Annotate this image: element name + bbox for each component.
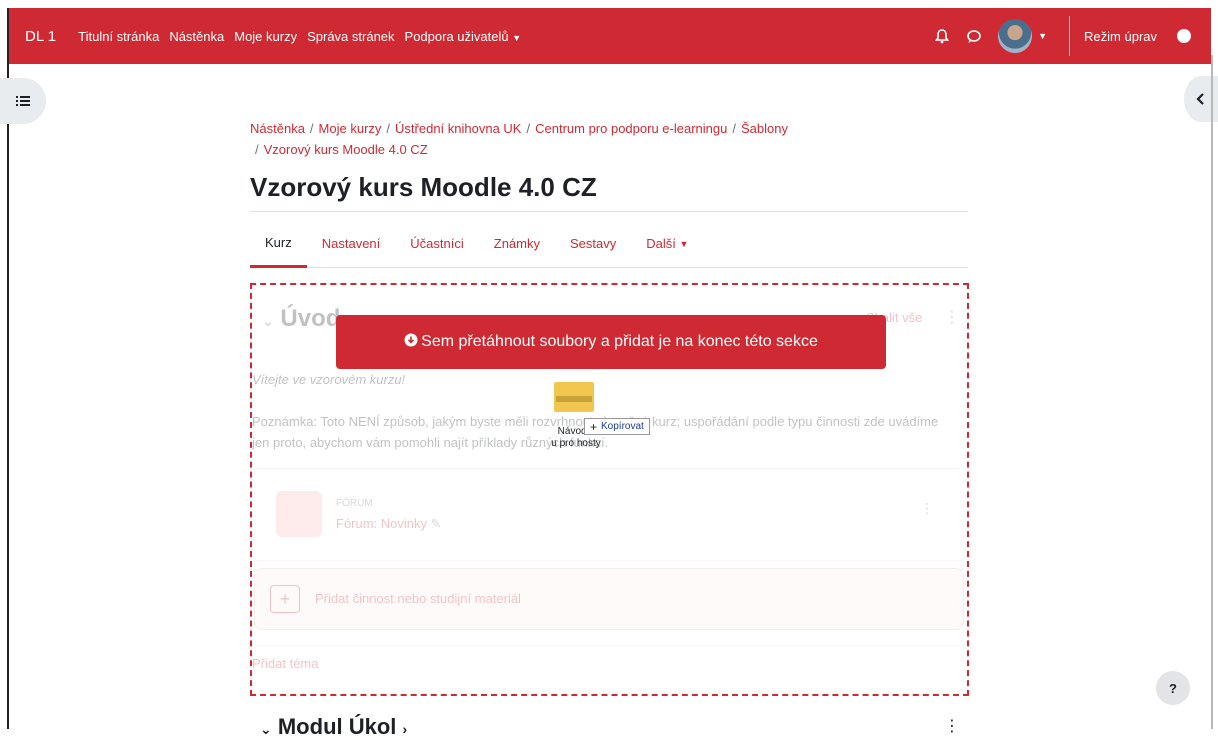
nav-link-site-admin[interactable]: Správa stránek [307,29,394,44]
chevron-left-icon [1196,93,1204,105]
tab-more-label: Další [646,236,676,251]
page-title: Vzorový kurs Moodle 4.0 CZ [250,172,597,202]
plus-icon: + [590,419,598,434]
tab-more[interactable]: Další ▼ [631,220,703,267]
breadcrumb: Nástěnka / Moje kurzy / Ústřední knihovna UK… [250,118,890,160]
plus-icon[interactable]: + [270,585,300,613]
course-index-toggle[interactable] [0,78,46,124]
kebab-menu-icon[interactable]: ⋮ [944,307,960,327]
breadcrumb-link[interactable]: Centrum pro podporu e-learningu [535,121,727,136]
next-section-title-label: Modul Úkol [277,714,397,739]
drag-copy-tooltip: + Kopírovat [584,418,650,435]
breadcrumb-link[interactable]: Ústřední knihovna UK [395,121,521,136]
nav-link-user-support[interactable]: Podpora uživatelů ▼ [405,29,522,44]
nav-link-home[interactable]: Titulní stránka [78,29,159,44]
drop-files-banner-text: Sem přetáhnout soubory a přidat je na ko… [421,333,818,350]
browser-viewport: DL 1 Titulní stránka Nástěnka Moje kurzy… [0,0,1218,739]
forum-activity-label: Fórum: Novinky [336,516,428,531]
chevron-down-icon: ⌄ [262,313,274,329]
add-activity-link[interactable]: Přidat činnost nebo studijní materiál [315,591,521,606]
chevron-down-icon[interactable]: ▼ [1038,31,1047,41]
bell-icon[interactable] [934,28,950,44]
divider [250,211,968,212]
tab-settings[interactable]: Nastavení [307,220,396,267]
copy-label: Kopírovat [601,421,644,432]
next-section-title[interactable]: ⌄ Modul Úkol › [260,714,407,740]
forum-icon [276,491,322,537]
scrollbar-track[interactable] [1211,55,1213,729]
breadcrumb-link[interactable]: Moje kurzy [319,121,382,136]
list-icon [16,96,30,106]
zip-folder-icon [554,382,594,412]
kebab-menu-icon[interactable]: ⋮ [920,500,934,517]
primary-navigation: Titulní stránka Nástěnka Moje kurzy Sprá… [78,29,521,44]
chevron-down-icon: ▼ [512,32,522,43]
breadcrumb-separator: / [255,142,259,157]
forum-activity-link[interactable]: Fórum: Novinky ✎ [336,516,442,532]
breadcrumb-link[interactable]: Šablony [741,121,788,136]
breadcrumb-separator: / [732,121,736,136]
download-circle-icon [404,333,418,352]
breadcrumb-separator: / [526,121,531,136]
tab-grades[interactable]: Známky [479,220,555,267]
top-navbar: DL 1 Titulní stránka Nástěnka Moje kurzy… [9,8,1211,64]
pencil-icon[interactable]: ✎ [431,516,442,531]
chevron-down-icon: ▼ [679,238,689,249]
nav-link-dashboard[interactable]: Nástěnka [169,29,224,44]
breadcrumb-separator: / [309,121,314,136]
chat-bubble-icon[interactable] [966,28,982,44]
course-secondary-nav: Kurz Nastavení Účastníci Známky Sestavy … [250,220,968,268]
user-avatar[interactable] [998,19,1033,53]
edit-mode-label: Režim úprav [1084,28,1157,44]
section-summary-welcome: Vítejte ve vzorovém kurzu! [252,372,406,387]
navbar-divider [1069,16,1071,56]
kebab-menu-icon[interactable]: ⋮ [944,716,960,736]
chevron-right-icon: › [402,721,408,737]
divider [252,468,964,469]
nav-link-my-courses[interactable]: Moje kurzy [234,29,297,44]
add-topic-link[interactable]: Přidat téma [252,656,318,671]
chevron-down-icon: ⌄ [260,721,272,737]
dragged-file-name-line2: u pro hosty [551,438,601,449]
drop-files-banner: Sem přetáhnout soubory a přidat je na ko… [336,315,886,369]
navbar-user-area: ▼ Režim úprav [934,8,1211,64]
activity-type-label: FÓRUM [336,498,373,509]
nav-link-user-support-label: Podpora uživatelů [404,28,509,44]
divider [252,560,964,561]
breadcrumb-link[interactable]: Nástěnka [250,121,305,136]
site-brand[interactable]: DL 1 [25,28,56,45]
help-button[interactable]: ? [1156,671,1190,705]
tab-course[interactable]: Kurz [250,220,307,268]
tab-participants[interactable]: Účastníci [395,220,478,267]
breadcrumb-link[interactable]: Vzorový kurs Moodle 4.0 CZ [264,142,428,157]
section-title[interactable]: ⌄ Úvod [262,305,340,333]
breadcrumb-separator: / [386,121,391,136]
divider [252,645,964,646]
edit-mode-toggle[interactable] [1177,29,1191,43]
tab-reports[interactable]: Sestavy [555,220,631,267]
section-title-label: Úvod [280,305,341,332]
